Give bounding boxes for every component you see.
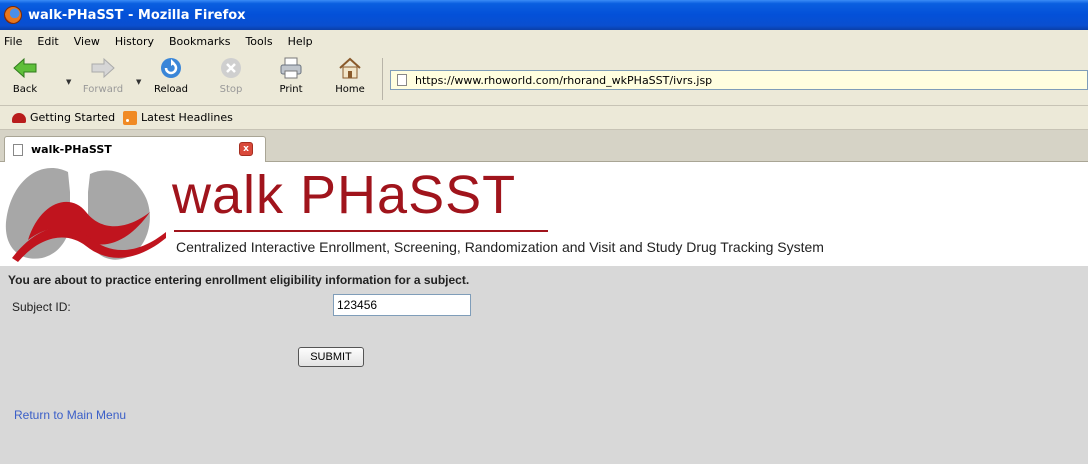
banner-divider <box>174 230 548 232</box>
page-content: walk PHaSST Centralized Interactive Enro… <box>0 162 1088 464</box>
stop-button[interactable]: Stop <box>208 55 254 103</box>
subject-id-label: Subject ID: <box>12 300 71 314</box>
bookmark-label: Getting Started <box>30 111 116 124</box>
banner-subtitle: Centralized Interactive Enrollment, Scre… <box>176 239 824 255</box>
toolbar-separator <box>382 58 383 100</box>
back-arrow-icon <box>12 55 38 81</box>
menu-bookmarks[interactable]: Bookmarks <box>169 35 230 48</box>
lungs-logo-icon <box>5 167 166 262</box>
menu-edit[interactable]: Edit <box>37 35 58 48</box>
banner-title: walk PHaSST <box>172 165 517 225</box>
back-history-dropdown-icon[interactable]: ▼ <box>66 78 71 86</box>
forward-label: Forward <box>82 84 124 95</box>
site-banner: walk PHaSST Centralized Interactive Enro… <box>0 162 1088 266</box>
return-to-main-menu-link[interactable]: Return to Main Menu <box>14 408 126 422</box>
bookmark-label: Latest Headlines <box>141 111 233 124</box>
stop-icon <box>218 55 244 81</box>
forward-history-dropdown-icon[interactable]: ▼ <box>136 78 141 86</box>
address-bar[interactable]: https://www.rhoworld.com/rhorand_wkPHaSS… <box>390 70 1088 90</box>
tab-walk-phasst[interactable]: walk-PHaSST x <box>4 136 266 162</box>
stop-label: Stop <box>219 84 243 95</box>
reload-label: Reload <box>153 84 189 95</box>
menu-help[interactable]: Help <box>288 35 313 48</box>
window-titlebar: walk-PHaSST - Mozilla Firefox <box>0 0 1088 30</box>
print-button[interactable]: Print <box>268 55 314 103</box>
back-label: Back <box>12 84 38 95</box>
menu-tools[interactable]: Tools <box>245 35 272 48</box>
menu-bar: File Edit View History Bookmarks Tools H… <box>0 30 1088 52</box>
bookmarks-toolbar: Getting Started Latest Headlines <box>0 106 1088 130</box>
reload-icon <box>158 55 184 81</box>
print-label: Print <box>279 84 303 95</box>
reload-button[interactable]: Reload <box>148 55 194 103</box>
home-button[interactable]: Home <box>327 55 373 103</box>
forward-button[interactable]: Forward <box>80 55 126 103</box>
menu-view[interactable]: View <box>74 35 100 48</box>
printer-icon <box>278 55 304 81</box>
menu-file[interactable]: File <box>4 35 22 48</box>
home-icon <box>337 55 363 81</box>
red-hat-icon <box>12 112 26 123</box>
page-icon <box>397 74 407 86</box>
address-url: https://www.rhoworld.com/rhorand_wkPHaSS… <box>415 73 713 87</box>
navigation-toolbar: Back ▼ Forward ▼ Reload Stop Print Home <box>0 52 1088 106</box>
subject-id-input[interactable] <box>333 294 471 316</box>
window-title: walk-PHaSST - Mozilla Firefox <box>28 7 246 23</box>
menu-history[interactable]: History <box>115 35 154 48</box>
intro-text: You are about to practice entering enrol… <box>8 273 470 287</box>
submit-button[interactable]: SUBMIT <box>298 347 364 367</box>
tab-title: walk-PHaSST <box>31 143 112 156</box>
rss-feed-icon <box>123 110 138 125</box>
tab-strip: walk-PHaSST x <box>0 130 1088 162</box>
page-icon <box>13 143 23 156</box>
bookmark-latest-headlines[interactable]: Latest Headlines <box>123 110 233 125</box>
bookmark-getting-started[interactable]: Getting Started <box>12 111 115 124</box>
back-button[interactable]: Back <box>2 55 48 103</box>
firefox-icon <box>4 6 22 24</box>
home-label: Home <box>335 84 365 95</box>
forward-arrow-icon <box>90 55 116 81</box>
close-tab-icon[interactable]: x <box>239 142 253 156</box>
